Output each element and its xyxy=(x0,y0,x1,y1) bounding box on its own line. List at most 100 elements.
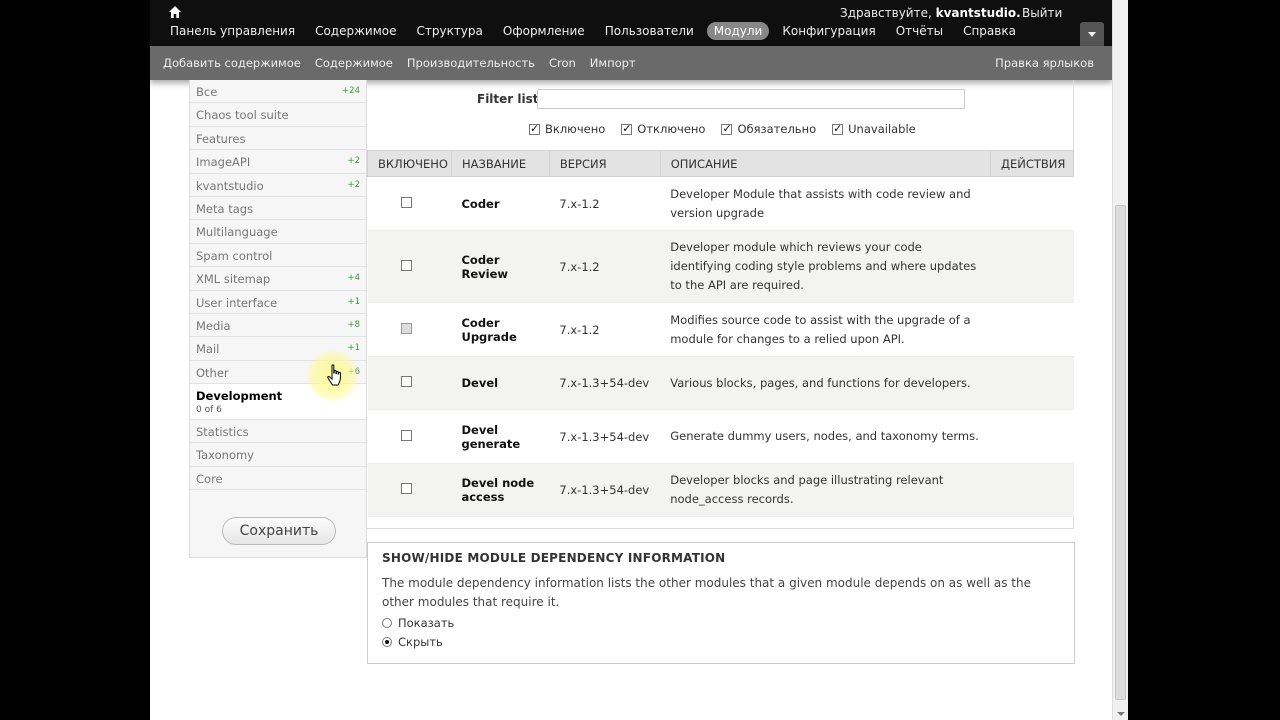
edit-shortcuts-link[interactable]: Правка ярлыков xyxy=(995,56,1094,70)
sidebar-category[interactable]: Taxonomy xyxy=(190,443,366,467)
shortcut-link[interactable]: Добавить содержимое xyxy=(163,56,301,70)
category-name: Media xyxy=(196,318,231,333)
module-actions xyxy=(990,356,1074,410)
header-version: Версия xyxy=(548,150,661,177)
module-version: 7.x-1.2 xyxy=(549,230,661,303)
filter-input[interactable] xyxy=(537,89,965,109)
logout-link[interactable]: Выйти xyxy=(1022,6,1062,20)
modules-table-body: Coder 7.x-1.2 Developer Module that assist… xyxy=(367,176,1074,517)
toolbar-menu-item[interactable]: Структура xyxy=(409,22,489,40)
module-description: Developer blocks and page illustrating r… xyxy=(660,463,991,517)
checkbox-box[interactable] xyxy=(721,122,733,135)
enabled-cell xyxy=(367,176,452,231)
toolbar-menu-item[interactable]: Содержимое xyxy=(308,22,403,40)
table-row: Devel 7.x-1.3+54-dev Various blocks, pages… xyxy=(367,356,1074,410)
radio-button[interactable] xyxy=(382,637,392,647)
toolbar-menu-item[interactable]: Модули xyxy=(706,22,770,40)
sidebar-category[interactable]: Core xyxy=(190,467,366,491)
shortcut-link[interactable]: Производительность xyxy=(407,56,535,70)
sidebar-category[interactable]: Все +24 xyxy=(190,80,366,104)
greeting: Здравствуйте, kvantstudio. xyxy=(840,6,1021,20)
dependency-radio[interactable]: Показать xyxy=(382,616,454,630)
shortcuts-bar: Добавить содержимое Содержимое Производите… xyxy=(150,46,1112,80)
category-name: User interface xyxy=(196,295,278,310)
filter-checkbox[interactable]: Обязательно xyxy=(721,122,816,136)
username-link[interactable]: kvantstudio. xyxy=(936,6,1021,20)
module-description: Various blocks, pages, and functions for… xyxy=(660,356,991,410)
category-name: kvantstudio xyxy=(196,178,264,193)
module-name: Coder xyxy=(451,176,550,231)
sidebar-category[interactable]: Multilanguage xyxy=(190,220,366,244)
sidebar-category[interactable]: ImageAPI +2 xyxy=(190,150,366,174)
shortcut-link[interactable]: Импорт xyxy=(590,56,636,70)
toolbar-menu-item[interactable]: Отчёты xyxy=(889,22,950,40)
shortcut-link[interactable]: Cron xyxy=(549,56,576,70)
toolbar-menu-item[interactable]: Панель управления xyxy=(163,22,302,40)
module-name: Coder Review xyxy=(451,230,550,303)
module-enable-checkbox[interactable] xyxy=(401,196,413,208)
modules-table: Включено Название Версия Описание Действ… xyxy=(367,150,1074,517)
toolbar-menu-item[interactable]: Пользователи xyxy=(598,22,701,40)
page-scrollbar[interactable] xyxy=(1112,0,1128,720)
filter-checkbox[interactable]: Включено xyxy=(529,122,605,136)
module-name: Devel xyxy=(451,356,550,410)
table-header-row: Включено Название Версия Описание Действ… xyxy=(367,150,1074,177)
enabled-cell xyxy=(367,230,452,303)
filter-checkbox[interactable]: Unavailable xyxy=(832,122,916,136)
module-description: Modifies source code to assist with the … xyxy=(660,302,991,357)
sidebar-category[interactable]: Statistics xyxy=(190,420,366,444)
header-name: Название xyxy=(450,150,550,177)
module-actions xyxy=(990,302,1074,357)
table-row: Devel generate 7.x-1.3+54-dev Generate dum… xyxy=(367,409,1074,464)
module-version: 7.x-1.3+54-dev xyxy=(549,356,661,410)
category-name: Features xyxy=(196,131,246,146)
dependency-radio[interactable]: Скрыть xyxy=(382,635,443,649)
scrollbar-thumb[interactable] xyxy=(1115,205,1126,700)
category-name: Other xyxy=(196,365,229,380)
enabled-cell xyxy=(367,356,452,410)
greeting-text: Здравствуйте, xyxy=(840,6,932,20)
home-icon[interactable] xyxy=(168,5,182,19)
chevron-down-icon[interactable] xyxy=(1080,22,1104,46)
radio-button[interactable] xyxy=(382,618,392,628)
checkbox-box[interactable] xyxy=(832,122,844,135)
shortcut-items: Добавить содержимое Содержимое Производите… xyxy=(163,56,650,70)
sidebar-category[interactable]: Media +8 xyxy=(190,314,366,338)
module-enable-checkbox[interactable] xyxy=(401,259,413,271)
category-name: Все xyxy=(196,85,218,99)
module-actions xyxy=(990,230,1074,303)
category-name: Meta tags xyxy=(196,201,254,216)
category-count: +2 xyxy=(347,156,360,167)
module-enable-checkbox[interactable] xyxy=(401,483,413,494)
sidebar-category[interactable]: User interface +1 xyxy=(190,291,366,314)
enabled-cell xyxy=(367,302,452,357)
checkbox-box[interactable] xyxy=(621,122,633,135)
table-row: Coder Review 7.x-1.2 Developer module whic… xyxy=(367,230,1074,303)
sidebar-category[interactable]: Chaos tool suite xyxy=(190,103,366,127)
scroll-down-icon[interactable] xyxy=(1117,712,1125,716)
dependency-fieldset: SHOW/HIDE MODULE DEPENDENCY INFORMATION … xyxy=(367,542,1075,664)
save-button[interactable]: Сохранить xyxy=(222,517,336,545)
filter-label: Filter list xyxy=(477,92,539,106)
dependency-title[interactable]: SHOW/HIDE MODULE DEPENDENCY INFORMATION xyxy=(382,551,725,565)
toolbar-menu-item[interactable]: Оформление xyxy=(496,22,592,40)
category-name: Multilanguage xyxy=(196,225,278,240)
sidebar-category[interactable]: XML sitemap +4 xyxy=(190,267,366,291)
module-name: Coder Upgrade xyxy=(451,302,550,357)
sidebar-category[interactable]: Meta tags xyxy=(190,197,366,221)
filter-checkbox[interactable]: Отключено xyxy=(621,122,705,136)
toolbar-menu-item[interactable]: Конфигурация xyxy=(775,22,882,40)
checkbox-label: Отключено xyxy=(637,122,706,136)
header-description: Описание xyxy=(659,150,992,177)
category-name: Taxonomy xyxy=(196,448,254,463)
checkbox-label: Unavailable xyxy=(848,122,916,136)
sidebar-category[interactable]: kvantstudio +2 xyxy=(190,174,366,197)
module-enable-checkbox[interactable] xyxy=(401,376,413,387)
checkbox-box[interactable] xyxy=(529,122,540,135)
toolbar-menu-item[interactable]: Справка xyxy=(956,22,1023,40)
shortcut-link[interactable]: Содержимое xyxy=(315,56,393,70)
module-enable-checkbox[interactable] xyxy=(401,429,413,441)
filter-checkboxes: Включено Отключено Обязательно Unavailable xyxy=(529,122,932,136)
sidebar-category[interactable]: Spam control xyxy=(190,244,366,268)
sidebar-category[interactable]: Features xyxy=(190,127,366,151)
